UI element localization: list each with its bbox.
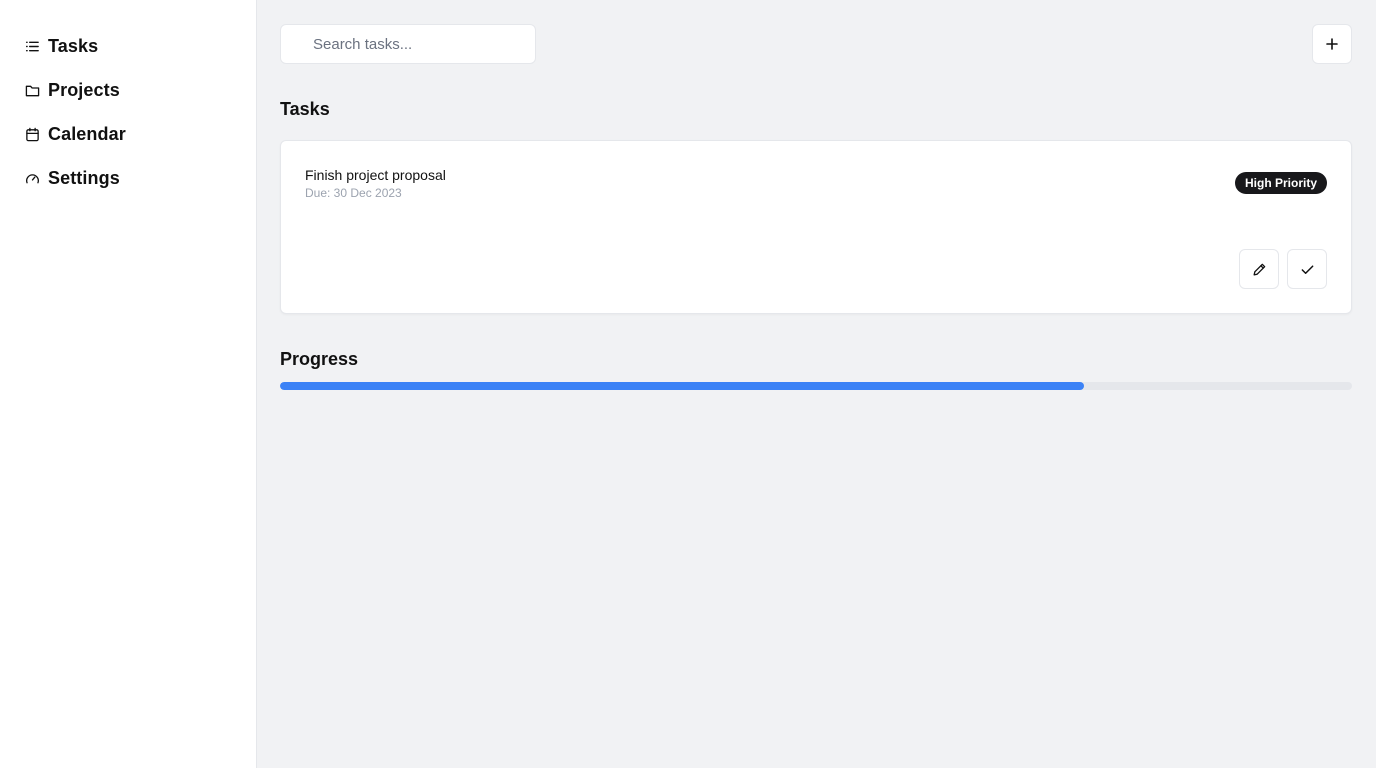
- search-input[interactable]: [281, 25, 535, 63]
- search-box: [280, 24, 536, 64]
- folder-icon: [24, 82, 40, 98]
- task-card: Finish project proposal Due: 30 Dec 2023…: [280, 140, 1352, 314]
- main-content: Tasks Finish project proposal Due: 30 De…: [257, 0, 1376, 768]
- tasks-section-title: Tasks: [280, 99, 330, 119]
- sidebar-item-settings[interactable]: Settings: [24, 166, 256, 190]
- sidebar-item-label: Settings: [48, 167, 120, 188]
- complete-task-button[interactable]: [1287, 249, 1327, 289]
- sidebar-item-tasks[interactable]: Tasks: [24, 34, 256, 58]
- sidebar-item-label: Projects: [48, 79, 120, 100]
- sidebar-item-calendar[interactable]: Calendar: [24, 122, 256, 146]
- edit-task-button[interactable]: [1239, 249, 1279, 289]
- add-task-button[interactable]: [1312, 24, 1352, 64]
- progress-bar-fill: [280, 382, 1084, 390]
- check-icon: [1301, 264, 1313, 274]
- priority-badge: High Priority: [1234, 172, 1327, 194]
- pencil-icon: [1253, 263, 1265, 275]
- list-icon: [24, 38, 40, 54]
- gauge-icon: [24, 170, 40, 186]
- calendar-icon: [24, 126, 40, 142]
- sidebar: Tasks Projects Calendar Settings: [0, 0, 257, 768]
- sidebar-item-projects[interactable]: Projects: [24, 78, 256, 102]
- progress-section-title: Progress: [280, 349, 359, 369]
- app-root: Tasks Projects Calendar Settings Search …: [0, 0, 1376, 768]
- plus-icon: [1326, 38, 1338, 50]
- task-due-date: Due: 30 Dec 2023: [305, 186, 402, 200]
- sidebar-item-label: Tasks: [48, 35, 99, 56]
- progress-bar: [280, 382, 1352, 390]
- sidebar-item-label: Calendar: [48, 123, 126, 144]
- task-title: Finish project proposal: [305, 167, 446, 183]
